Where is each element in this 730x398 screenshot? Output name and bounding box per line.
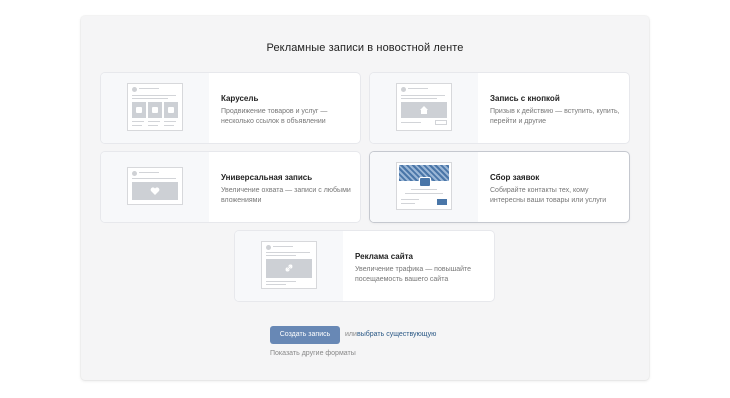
format-preview-leads — [370, 152, 478, 222]
dialog-title: Рекламные записи в новостной ленте — [266, 42, 464, 54]
format-card-universal[interactable]: Универсальная запись Увеличение охвата —… — [101, 152, 360, 222]
format-description: Увеличение охвата — записи с любыми влож… — [221, 187, 351, 204]
format-preview-button-post — [370, 73, 478, 143]
format-title: Карусель — [221, 94, 259, 103]
create-post-button[interactable]: Создать запись — [270, 326, 340, 344]
format-preview-carousel — [101, 73, 209, 143]
home-icon — [396, 83, 452, 131]
heart-icon — [127, 167, 183, 205]
format-card-carousel[interactable]: Карусель Продвижение товаров и услуг — н… — [101, 73, 360, 143]
format-card-leads[interactable]: Сбор заявок Собирайте контакты тех, кому… — [370, 152, 629, 222]
format-description: Увеличение трафика — повышайте посещаемо… — [355, 266, 472, 283]
or-text: или — [345, 331, 357, 338]
show-more-formats-link[interactable]: Показать другие форматы — [270, 350, 356, 357]
format-title: Универсальная запись — [221, 173, 313, 182]
format-title: Реклама сайта — [355, 252, 413, 261]
link-icon — [261, 241, 317, 289]
form-icon — [396, 162, 452, 210]
format-card-button-post[interactable]: Запись с кнопкой Призыв к действию — вст… — [370, 73, 629, 143]
format-title: Сбор заявок — [490, 173, 540, 182]
format-description: Собирайте контакты тех, кому интересны в… — [490, 187, 607, 204]
choose-existing-link[interactable]: выбрать существующую — [357, 331, 436, 338]
format-description: Продвижение товаров и услуг — несколько … — [221, 108, 328, 125]
format-preview-universal — [101, 152, 209, 222]
format-title: Запись с кнопкой — [490, 94, 560, 103]
format-preview-site — [235, 231, 343, 301]
format-card-site[interactable]: Реклама сайта Увеличение трафика — повыш… — [235, 231, 494, 301]
ad-format-dialog: Рекламные записи в новостной ленте Карус… — [81, 16, 649, 380]
format-description: Призыв к действию — вступить, купить, пе… — [490, 108, 620, 125]
carousel-icon — [127, 83, 183, 131]
